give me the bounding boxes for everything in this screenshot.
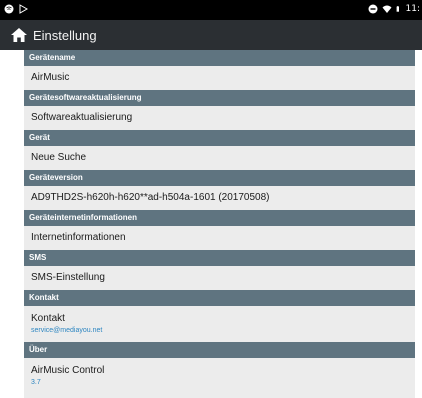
contact-email[interactable]: service@mediayou.net (31, 327, 415, 334)
setting-item-label: AD9THD2S-h620h-h620**ad-h504a-1601 (2017… (31, 192, 270, 203)
setting-item-label: AirMusic (31, 72, 70, 83)
setting-item-kontakt[interactable]: Kontakt service@mediayou.net (24, 306, 415, 342)
setting-item-neue-suche[interactable]: Neue Suche (24, 146, 415, 170)
setting-item-airmusic[interactable]: AirMusic (24, 66, 415, 90)
setting-item-label: Kontakt (31, 313, 65, 324)
setting-item-softwareaktualisierung[interactable]: Softwareaktualisierung (24, 106, 415, 130)
cast-icon (4, 4, 14, 14)
setting-item-label: Neue Suche (31, 152, 87, 163)
do-not-disturb-icon (368, 4, 378, 14)
section-header-geraetename: Gerätename (24, 50, 415, 66)
play-store-icon (19, 4, 28, 14)
section-header-kontakt: Kontakt (24, 290, 415, 306)
setting-item-label: Internetinformationen (31, 232, 126, 243)
setting-item-version[interactable]: AD9THD2S-h620h-h620**ad-h504a-1601 (2017… (24, 186, 415, 210)
section-header-sms: SMS (24, 250, 415, 266)
section-header-internetinformationen: Geräteinternetinformationen (24, 210, 415, 226)
setting-item-label: SMS-Einstellung (31, 272, 105, 283)
section-header-geraet: Gerät (24, 130, 415, 146)
section-header-softwareaktualisierung: Gerätesoftwareaktualisierung (24, 90, 415, 106)
settings-list: Gerätename AirMusic Gerätesoftwareaktual… (24, 50, 415, 398)
battery-icon (396, 6, 399, 12)
setting-item-label: AirMusic Control (31, 365, 105, 376)
setting-item-internetinformationen[interactable]: Internetinformationen (24, 226, 415, 250)
app-version: 3.7 (31, 379, 41, 386)
page-title: Einstellung (33, 27, 97, 43)
setting-item-about[interactable]: AirMusic Control 3.7 (24, 358, 415, 394)
section-header-geraeteversion: Geräteversion (24, 170, 415, 186)
status-bar: 11: (0, 0, 422, 20)
setting-item-label: Softwareaktualisierung (31, 112, 133, 123)
setting-item-sms-einstellung[interactable]: SMS-Einstellung (24, 266, 415, 290)
home-icon[interactable] (11, 28, 27, 42)
status-time: 11: (405, 4, 420, 14)
app-bar: Einstellung (0, 20, 422, 50)
wifi-icon (382, 5, 392, 13)
section-header-ueber: Über (24, 342, 415, 358)
